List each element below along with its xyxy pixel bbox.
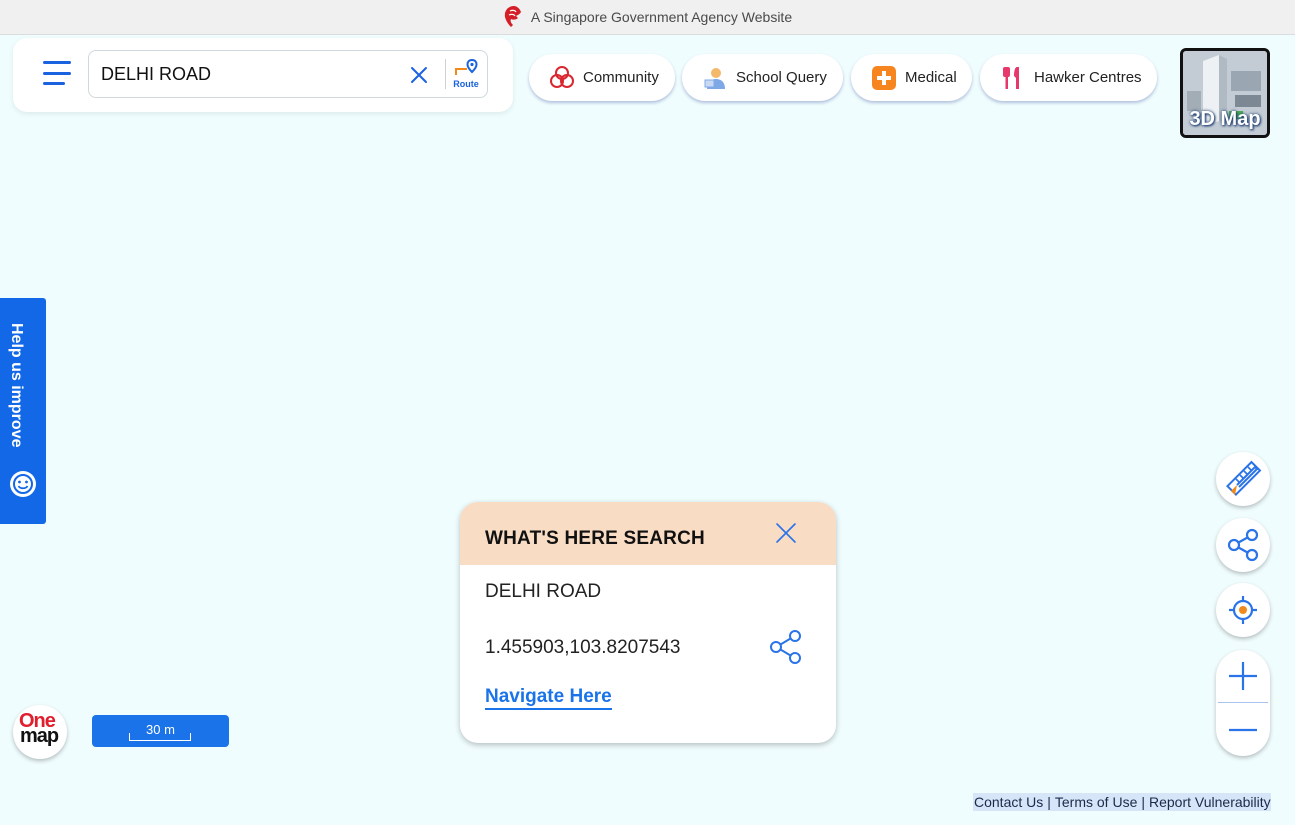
draw-measure-button[interactable] <box>1216 452 1270 506</box>
route-button[interactable]: Route <box>449 57 483 93</box>
zoom-in-button[interactable] <box>1216 650 1270 702</box>
school-icon <box>702 65 728 91</box>
divider <box>445 59 446 89</box>
place-name: DELHI ROAD <box>485 581 602 602</box>
footer-links: Contact Us | Terms of Use | Report Vulne… <box>973 793 1271 811</box>
share-map-button[interactable] <box>1216 518 1270 572</box>
zoom-out-button[interactable] <box>1216 704 1270 756</box>
scale-bar: 30 m <box>92 715 229 747</box>
report-vulnerability-link[interactable]: Report Vulnerability <box>1149 794 1271 810</box>
chip-hawker-centres[interactable]: Hawker Centres <box>980 54 1157 101</box>
3d-map-label: 3D Map <box>1189 108 1261 130</box>
search-input[interactable] <box>101 61 391 87</box>
popup-header: WHAT'S HERE SEARCH <box>460 502 836 565</box>
gov-banner: A Singapore Government Agency Website <box>0 0 1295 35</box>
clear-search-icon[interactable] <box>407 63 431 87</box>
logo-map: map <box>20 725 59 747</box>
popup-title: WHAT'S HERE SEARCH <box>485 528 705 549</box>
share-icon <box>1227 528 1259 562</box>
minus-icon <box>1229 728 1257 732</box>
chip-label: School Query <box>736 69 827 86</box>
chip-medical[interactable]: Medical <box>851 54 972 101</box>
chip-label: Hawker Centres <box>1034 69 1142 86</box>
draw-ruler-icon <box>1226 460 1262 496</box>
smiley-icon <box>10 471 36 497</box>
medical-icon <box>871 65 897 91</box>
footer-separator: | <box>1047 794 1051 810</box>
lion-head-icon <box>504 6 521 27</box>
search-box: Route <box>88 50 488 98</box>
menu-icon[interactable] <box>43 60 71 86</box>
locate-icon <box>1229 596 1257 624</box>
contact-us-link[interactable]: Contact Us <box>974 794 1043 810</box>
route-icon <box>455 58 478 75</box>
scale-line <box>129 733 191 741</box>
chip-label: Medical <box>905 69 957 86</box>
whats-here-popup: WHAT'S HERE SEARCH DELHI ROAD 1.455903,1… <box>460 502 836 743</box>
gov-banner-text: A Singapore Government Agency Website <box>530 9 793 25</box>
plus-icon <box>1229 662 1257 690</box>
my-location-button[interactable] <box>1216 583 1270 637</box>
chip-community[interactable]: Community <box>529 54 675 101</box>
onemap-logo: One map <box>13 705 67 759</box>
route-label: Route <box>453 79 479 89</box>
coordinates: 1.455903,103.8207543 <box>485 637 681 658</box>
search-panel: Route <box>13 38 513 112</box>
navigate-here-link[interactable]: Navigate Here <box>485 686 612 710</box>
chip-school-query[interactable]: School Query <box>682 54 843 101</box>
close-icon[interactable] <box>774 521 798 545</box>
terms-of-use-link[interactable]: Terms of Use <box>1055 794 1137 810</box>
share-location-icon[interactable] <box>768 628 804 666</box>
zoom-controls <box>1216 650 1270 756</box>
chip-label: Community <box>583 69 659 86</box>
community-icon <box>549 65 575 91</box>
footer-separator: | <box>1141 794 1145 810</box>
help-tab-label: Help us improve <box>8 323 25 448</box>
hawker-icon <box>1000 65 1026 91</box>
zoom-divider <box>1218 702 1268 703</box>
help-us-improve-tab[interactable]: Help us improve <box>0 298 46 524</box>
3d-map-button[interactable]: 3D Map <box>1180 48 1270 138</box>
